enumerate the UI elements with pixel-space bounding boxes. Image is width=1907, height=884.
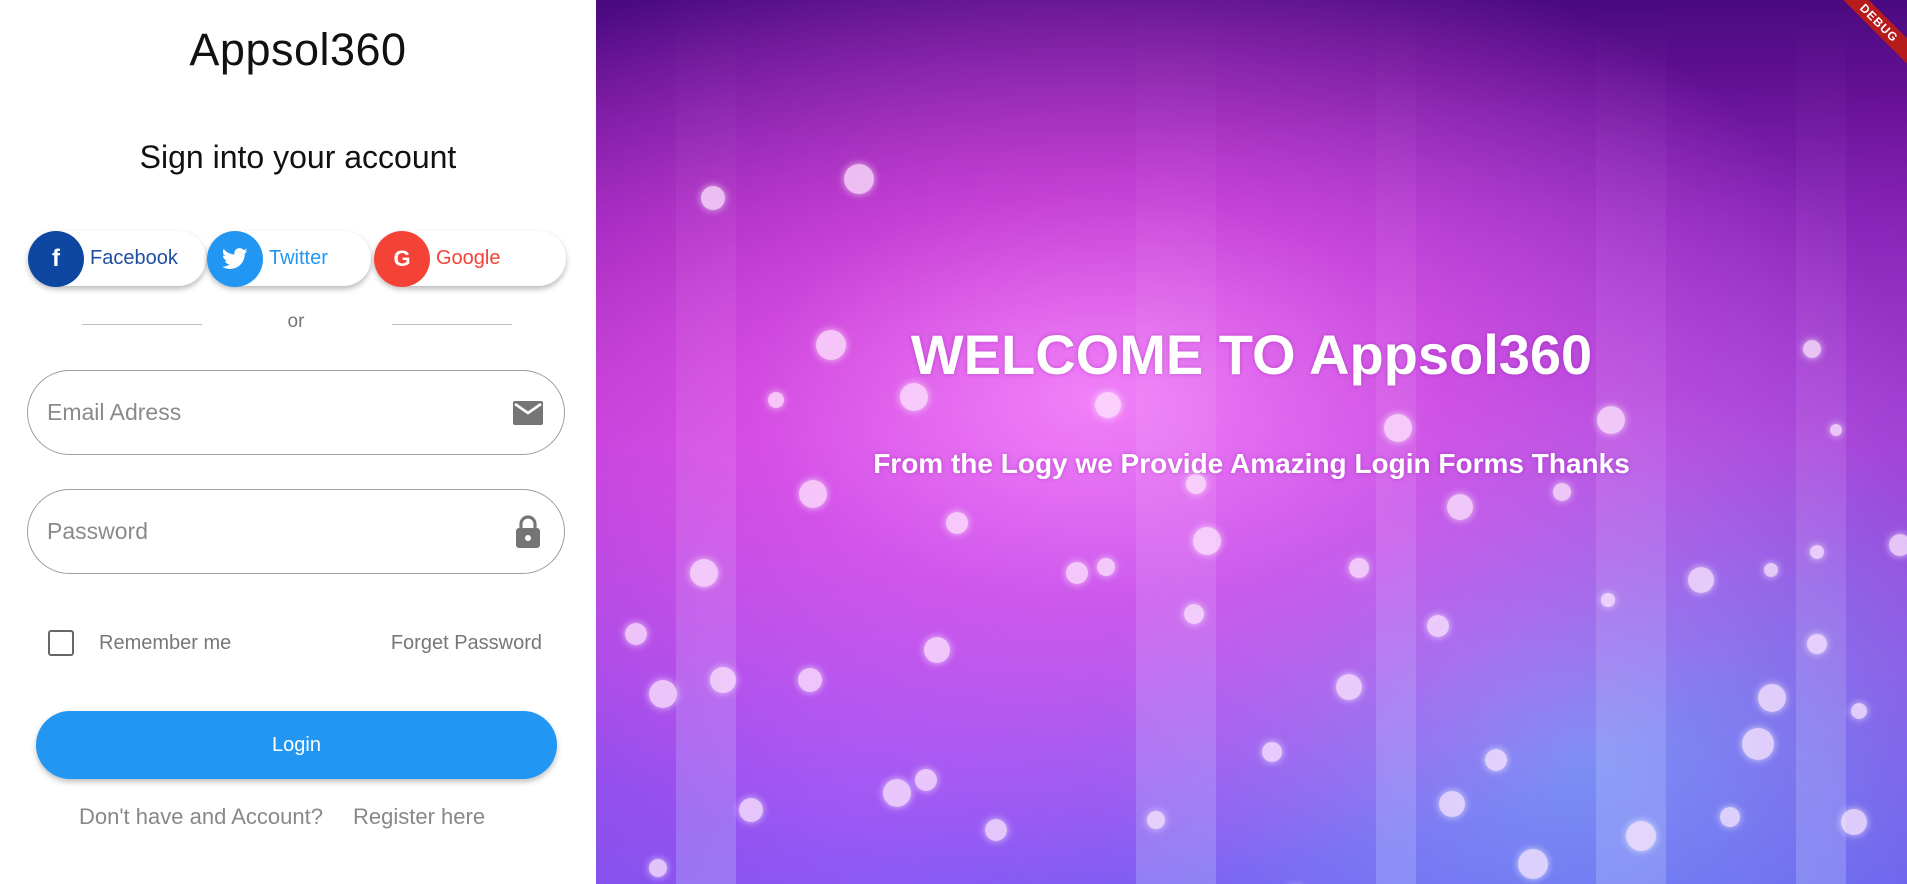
bokeh-light [768,392,784,408]
bokeh-light [844,164,874,194]
bokeh-light [1830,424,1842,436]
bokeh-light [1097,558,1115,576]
google-label: Google [436,247,501,269]
bokeh-light [625,623,647,645]
remember-me-label: Remember me [99,632,232,654]
bokeh-light [985,819,1007,841]
twitter-icon [207,230,263,287]
google-icon: G [374,230,430,287]
bokeh-light [900,383,928,411]
password-field[interactable] [27,489,565,574]
bokeh-light [799,480,827,508]
bokeh-light [701,186,725,210]
bokeh-light [1851,703,1867,719]
mail-icon [510,395,546,431]
bokeh-light [924,637,950,663]
welcome-hero: WELCOME TO Appsol360 From the Logy we Pr… [596,0,1907,884]
login-panel: Appsol360 Sign into your account f Faceb… [0,0,596,884]
light-streak [1376,0,1416,884]
bokeh-light [883,779,911,807]
bokeh-light [1720,807,1740,827]
email-field[interactable] [27,370,565,455]
bokeh-light [649,859,667,877]
bokeh-light [1349,558,1369,578]
bokeh-light [1427,615,1449,637]
bokeh-light [1262,742,1282,762]
login-button[interactable]: Login [36,711,557,779]
bokeh-light [1810,545,1824,559]
light-streak [1136,0,1216,884]
no-account-text: Don't have and Account? [79,804,323,829]
bokeh-light [1764,563,1778,577]
bokeh-light [1626,821,1656,851]
bokeh-light [1447,494,1473,520]
bokeh-light [1553,483,1571,501]
bokeh-light [1095,392,1121,418]
bokeh-light [1601,593,1615,607]
divider-right [392,324,512,325]
email-input[interactable] [45,398,510,427]
light-streak [1796,0,1846,884]
light-streak [1596,0,1666,884]
password-input[interactable] [45,517,510,546]
welcome-heading: WELCOME TO Appsol360 [910,323,1593,386]
bokeh-light [1439,791,1465,817]
forget-password-link[interactable]: Forget Password [391,632,542,655]
remember-me-checkbox[interactable] [48,630,74,656]
bokeh-light [946,512,968,534]
bokeh-light [1758,684,1786,712]
bokeh-light [1889,534,1907,556]
lock-icon [510,514,546,550]
light-streak [676,0,736,884]
bokeh-light [1193,527,1221,555]
bokeh-light [1184,604,1204,624]
bokeh-light [915,769,937,791]
bokeh-light [1066,562,1088,584]
app-title: Appsol360 [189,24,407,75]
facebook-login-button[interactable]: f Facebook [28,230,206,287]
bokeh-light [710,667,736,693]
bokeh-light [690,559,718,587]
bokeh-light [1336,674,1362,700]
bokeh-light [1742,728,1774,760]
register-link[interactable]: Register here [353,804,485,830]
bokeh-light [649,680,677,708]
bokeh-light [1841,809,1867,835]
bokeh-light [1597,406,1625,434]
twitter-login-button[interactable]: Twitter [207,230,371,287]
twitter-label: Twitter [269,247,328,269]
bokeh-light [1807,634,1827,654]
login-subtitle: Sign into your account [139,139,457,175]
facebook-icon: f [28,230,84,287]
bokeh-light [798,668,822,692]
facebook-label: Facebook [90,247,178,269]
bokeh-light [1384,414,1412,442]
google-login-button[interactable]: G Google [374,230,566,287]
bokeh-light [1518,849,1548,879]
bokeh-light [1147,811,1165,829]
bokeh-light [1485,749,1507,771]
bokeh-light [1688,567,1714,593]
bokeh-light [739,798,763,822]
divider-text: or [287,311,305,332]
welcome-tagline: From the Logy we Provide Amazing Login F… [873,448,1630,479]
